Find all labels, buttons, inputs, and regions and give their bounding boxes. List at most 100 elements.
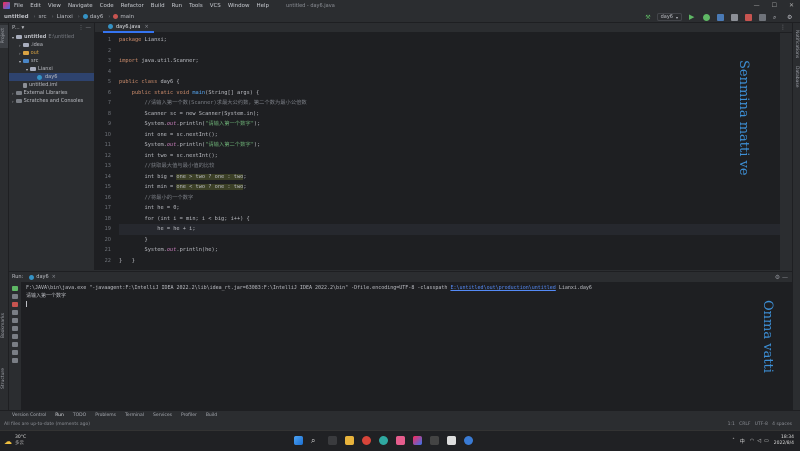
status-right[interactable]: 1:1 CRLF UTF-8 4 spaces xyxy=(728,422,792,427)
breadcrumb-package[interactable]: Lianxi xyxy=(57,14,73,20)
line-number: 7 xyxy=(107,100,111,106)
run-tab[interactable]: day6 × xyxy=(29,274,56,280)
app-dark-icon[interactable] xyxy=(430,436,439,445)
tool-window-profiler[interactable]: Profiler xyxy=(181,413,197,418)
menu-file[interactable]: File xyxy=(14,3,23,9)
menu-help[interactable]: Help xyxy=(257,3,270,9)
tool-window-services[interactable]: Services xyxy=(153,413,172,418)
search-icon[interactable]: ⌕ xyxy=(773,14,780,21)
menu-run[interactable]: Run xyxy=(172,3,183,9)
settings-icon[interactable]: ⚙ xyxy=(787,14,794,21)
scroll-end-icon[interactable] xyxy=(12,334,18,339)
menu-refactor[interactable]: Refactor xyxy=(121,3,144,9)
bookmarks-tool-button[interactable]: Bookmarks xyxy=(1,313,6,340)
tree-item-scratches[interactable]: › Scratches and Consoles xyxy=(9,97,94,105)
file-explorer-icon[interactable] xyxy=(345,436,354,445)
print-icon[interactable] xyxy=(12,342,18,347)
menu-code[interactable]: Code xyxy=(100,3,114,9)
run-console[interactable]: F:\JAVA\bin\java.exe "-javaagent:F:\Inte… xyxy=(22,282,792,410)
battery-icon[interactable]: ▭ xyxy=(764,438,769,444)
intellij-icon[interactable] xyxy=(413,436,422,445)
start-icon[interactable] xyxy=(294,436,303,445)
chrome-icon[interactable] xyxy=(362,436,371,445)
tab-menu-icon[interactable]: ⋮ xyxy=(780,24,786,31)
pin-icon[interactable] xyxy=(12,358,18,363)
breadcrumb-project[interactable]: untitled xyxy=(4,14,29,20)
code-token: ); xyxy=(253,121,261,127)
database-tool-button[interactable]: Database xyxy=(793,63,800,92)
close-tab-icon[interactable]: × xyxy=(144,24,148,30)
volume-icon[interactable]: ◁ xyxy=(757,438,761,444)
breadcrumb-src[interactable]: src xyxy=(39,14,47,20)
tree-item-day6[interactable]: day6 xyxy=(9,73,94,81)
menu-navigate[interactable]: Navigate xyxy=(68,3,93,9)
tree-item-external-libraries[interactable]: › External Libraries xyxy=(9,89,94,97)
tree-item-iml[interactable]: untitled.iml xyxy=(9,81,94,89)
menu-view[interactable]: View xyxy=(48,3,61,9)
menu-build[interactable]: Build xyxy=(151,3,165,9)
code-line: System.out.println(he); xyxy=(119,245,780,256)
code-token: .println( xyxy=(176,142,206,148)
typora-icon[interactable] xyxy=(447,436,456,445)
status-message[interactable]: All files are up-to-date (moments ago) xyxy=(4,422,90,427)
wifi-icon[interactable]: ◠ xyxy=(750,438,754,444)
tool-window-terminal[interactable]: Terminal xyxy=(125,413,144,418)
code-token: int big = xyxy=(119,173,177,180)
weather-widget[interactable]: ☁ 30°C 多云 xyxy=(0,435,26,447)
tree-item-idea[interactable]: › .idea xyxy=(9,41,94,49)
task-view-icon[interactable] xyxy=(328,436,337,445)
profile-icon[interactable] xyxy=(731,13,738,21)
vcs-icon[interactable] xyxy=(759,13,766,21)
tool-window-todo[interactable]: TODO xyxy=(73,413,86,418)
soft-wrap-icon[interactable] xyxy=(12,326,18,331)
edge-icon[interactable] xyxy=(379,436,388,445)
tree-item-out[interactable]: › out xyxy=(9,49,94,57)
folder-icon xyxy=(16,35,23,39)
trash-icon[interactable] xyxy=(12,350,18,355)
tree-item-project-root[interactable]: ▾ untitled E:\untitled xyxy=(9,33,94,41)
minimize-icon[interactable]: — xyxy=(754,2,760,9)
code-editor[interactable]: package Lianxi; import java.util.Scanner… xyxy=(115,33,780,270)
tree-item-src[interactable]: ▾ src xyxy=(9,57,94,65)
rerun-icon[interactable] xyxy=(12,286,18,291)
app-blue-icon[interactable] xyxy=(464,436,473,445)
tray-chevron-icon[interactable]: ˄ xyxy=(732,438,735,444)
settings-icon[interactable]: ⚙ — xyxy=(775,274,788,281)
tool-window-build[interactable]: Build xyxy=(206,413,217,418)
clock[interactable]: 18:34 2022/8/4 xyxy=(774,435,794,447)
tool-window-run[interactable]: Run xyxy=(55,413,64,418)
camera-icon[interactable] xyxy=(12,310,18,315)
breadcrumb-method[interactable]: main xyxy=(120,14,134,20)
debug-icon[interactable] xyxy=(703,13,710,21)
project-panel-title[interactable]: P... ▾ xyxy=(12,25,24,31)
run-config-selector[interactable]: day6 ▾ xyxy=(656,13,682,21)
tool-window-problems[interactable]: Problems xyxy=(95,413,116,418)
maximize-icon[interactable]: ☐ xyxy=(772,2,777,9)
stop-icon[interactable] xyxy=(12,302,18,307)
app-pink-icon[interactable] xyxy=(396,436,405,445)
exit-icon[interactable] xyxy=(12,318,18,323)
tree-item-package[interactable]: ▾ Lianxi xyxy=(9,65,94,73)
classpath-link[interactable]: E:\untitled\out\production\untitled xyxy=(450,285,555,291)
close-tab-icon[interactable]: × xyxy=(52,274,56,280)
tool-window-version-control[interactable]: Version Control xyxy=(12,413,46,418)
menu-edit[interactable]: Edit xyxy=(30,3,41,9)
close-icon[interactable]: ✕ xyxy=(789,2,794,9)
search-icon[interactable]: ⌕ xyxy=(311,436,320,445)
wrench-icon[interactable] xyxy=(12,294,18,299)
menu-vcs[interactable]: VCS xyxy=(210,3,221,9)
menu-tools[interactable]: Tools xyxy=(189,3,203,9)
hammer-icon[interactable]: ⚒ xyxy=(645,14,650,21)
tab-day6-java[interactable]: day6.java × xyxy=(103,23,154,33)
input-language[interactable]: 中 xyxy=(740,438,745,445)
run-icon[interactable]: ▶ xyxy=(689,13,696,21)
project-tool-button[interactable]: Project xyxy=(0,25,8,49)
menu-window[interactable]: Window xyxy=(228,3,250,9)
code-token: java.util.Scanner; xyxy=(138,58,199,64)
coverage-icon[interactable] xyxy=(717,13,724,21)
panel-options-icon[interactable]: ⋮ — xyxy=(78,25,91,31)
stop-icon[interactable] xyxy=(745,13,752,21)
breadcrumb-class[interactable]: day6 xyxy=(90,14,104,20)
notifications-tool-button[interactable]: Notifications xyxy=(793,27,800,63)
structure-tool-button[interactable]: Structure xyxy=(1,368,6,391)
